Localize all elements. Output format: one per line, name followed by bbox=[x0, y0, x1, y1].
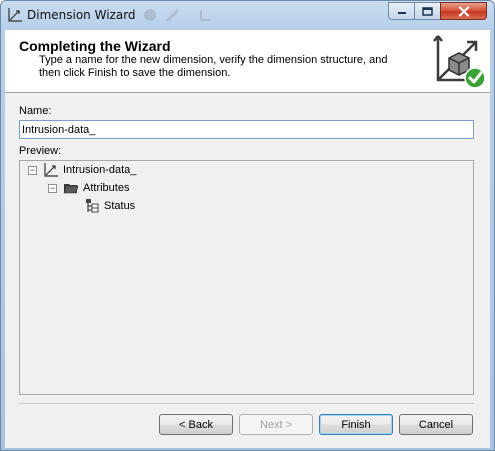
close-button[interactable] bbox=[440, 2, 487, 20]
footer-divider bbox=[19, 403, 474, 404]
back-button[interactable]: < Back bbox=[159, 414, 233, 435]
cancel-button[interactable]: Cancel bbox=[399, 414, 473, 435]
tree-node-label: Attributes bbox=[83, 182, 130, 194]
ghost-toolbar-icon bbox=[200, 10, 211, 21]
attribute-icon bbox=[86, 199, 99, 213]
minimize-button[interactable] bbox=[388, 2, 415, 20]
ghost-toolbar-icon bbox=[144, 9, 156, 21]
finish-button[interactable]: Finish bbox=[319, 414, 393, 435]
wizard-page: Completing the Wizard Type a name for th… bbox=[5, 30, 490, 448]
maximize-icon bbox=[422, 6, 433, 16]
dimension-wizard-window: Dimension Wizard Completing the Wizard T… bbox=[0, 0, 495, 451]
dimension-icon bbox=[8, 8, 22, 22]
dimension-icon bbox=[44, 163, 58, 177]
close-icon bbox=[458, 5, 469, 17]
minimize-icon bbox=[397, 12, 406, 14]
name-label: Name: bbox=[19, 105, 52, 117]
tree-node-label: Status bbox=[104, 200, 136, 212]
page-title: Completing the Wizard bbox=[19, 38, 171, 54]
ghost-toolbar-icon bbox=[166, 9, 179, 22]
wizard-header: Completing the Wizard Type a name for th… bbox=[5, 30, 490, 93]
cube-check-icon bbox=[433, 35, 486, 89]
collapse-icon[interactable]: − bbox=[48, 183, 57, 193]
maximize-button[interactable] bbox=[414, 2, 441, 20]
tree-node-status[interactable]: Status bbox=[84, 198, 135, 214]
tree-node-attributes[interactable]: − Attributes bbox=[48, 180, 129, 196]
next-button[interactable]: Next > bbox=[239, 414, 313, 435]
folder-icon bbox=[63, 184, 79, 194]
page-description: Type a name for the new dimension, verif… bbox=[39, 54, 388, 79]
preview-label: Preview: bbox=[19, 145, 62, 157]
tree-node-label: Intrusion-data_ bbox=[63, 164, 137, 176]
tree-node-root[interactable]: − Intrusion-data_ bbox=[28, 162, 136, 178]
preview-tree[interactable]: − Intrusion-data_ − Attributes Status bbox=[19, 160, 474, 395]
window-title: Dimension Wizard bbox=[27, 8, 136, 22]
dimension-name-input[interactable] bbox=[19, 120, 474, 139]
title-bar[interactable]: Dimension Wizard bbox=[1, 1, 494, 29]
collapse-icon[interactable]: − bbox=[28, 165, 37, 175]
